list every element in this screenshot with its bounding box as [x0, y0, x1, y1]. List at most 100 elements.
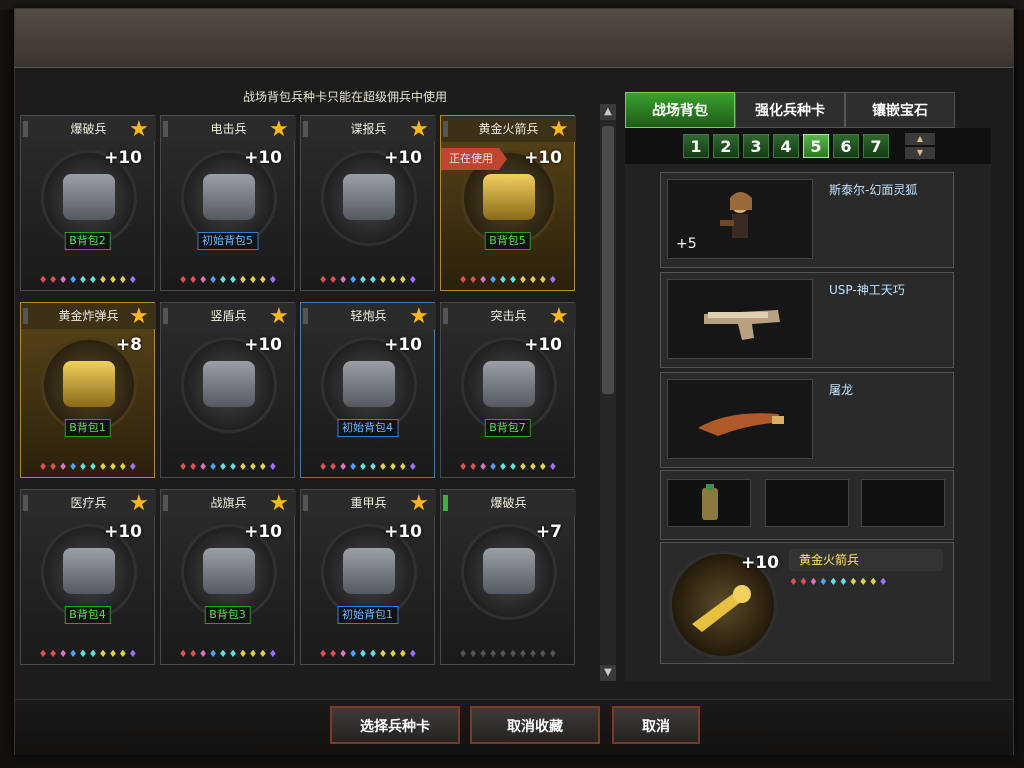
melee-slot[interactable]: 屠龙 — [660, 372, 954, 468]
card-grid: 爆破兵 ★ +10 B背包2 ♦♦♦♦♦♦♦♦♦♦ 电击兵 ★ +10 初始背包5 ♦♦♦♦♦♦♦… — [20, 115, 594, 681]
card-tab — [23, 495, 28, 511]
throwable-slots — [660, 470, 954, 540]
character-bonus: +5 — [676, 236, 697, 252]
star-icon: ★ — [409, 117, 429, 142]
backpack-badge: B背包4 — [64, 606, 111, 624]
card-level: +10 — [384, 148, 422, 168]
soldier-card[interactable]: 爆破兵 ★ +10 B背包2 ♦♦♦♦♦♦♦♦♦♦ — [20, 115, 156, 291]
backpack-badge: B背包2 — [64, 232, 111, 250]
card-gems: ♦♦♦♦♦♦♦♦♦♦ — [178, 649, 279, 660]
weapon-icon — [63, 174, 115, 220]
card-level: +10 — [104, 522, 142, 542]
scroll-up-button[interactable]: ▲ — [600, 104, 616, 120]
card-tab — [163, 121, 168, 137]
soldier-card[interactable]: 战旗兵 ★ +10 B背包3 ♦♦♦♦♦♦♦♦♦♦ — [160, 489, 296, 665]
soldier-card[interactable]: 医疗兵 ★ +10 B背包4 ♦♦♦♦♦♦♦♦♦♦ — [20, 489, 156, 665]
soldier-card[interactable]: 竖盾兵 ★ +10 ♦♦♦♦♦♦♦♦♦♦ — [160, 302, 296, 478]
page-button-active[interactable]: 5 — [803, 134, 829, 158]
card-gems: ♦♦♦♦♦♦♦♦♦♦ — [318, 462, 419, 473]
card-title: 爆破兵 — [441, 490, 576, 516]
card-tab — [303, 121, 308, 137]
weapon-icon — [203, 361, 255, 407]
card-level: +8 — [115, 335, 142, 355]
empty-slot[interactable] — [765, 479, 849, 527]
weapon-icon — [343, 548, 395, 594]
page-up-arrow-icon[interactable]: ▲ — [905, 133, 935, 145]
soldier-gems: ♦♦♦♦♦♦♦♦♦♦ — [789, 577, 889, 588]
star-icon: ★ — [269, 304, 289, 329]
star-icon: ★ — [549, 304, 569, 329]
cancel-button[interactable]: 取消 — [612, 706, 700, 744]
card-tab — [443, 495, 448, 511]
card-tab — [23, 308, 28, 324]
backpack-badge: B背包1 — [64, 419, 111, 437]
page-button[interactable]: 3 — [743, 134, 769, 158]
character-name: 斯泰尔-幻面灵狐 — [829, 183, 918, 197]
page-button[interactable]: 2 — [713, 134, 739, 158]
right-panel: 战场背包 强化兵种卡 镶嵌宝石 1 2 3 4 5 6 7 ▲ ▼ +5 斯泰尔… — [625, 92, 991, 682]
card-tab — [303, 495, 308, 511]
soldier-card[interactable]: 电击兵 ★ +10 初始背包5 ♦♦♦♦♦♦♦♦♦♦ — [160, 115, 296, 291]
empty-slot[interactable] — [861, 479, 945, 527]
card-gems: ♦♦♦♦♦♦♦♦♦♦ — [458, 462, 559, 473]
soldier-card-slot[interactable]: +10 黄金火箭兵 ♦♦♦♦♦♦♦♦♦♦ — [660, 542, 954, 664]
card-gems: ♦♦♦♦♦♦♦♦♦♦ — [458, 649, 559, 660]
star-icon: ★ — [549, 117, 569, 142]
scroll-thumb[interactable] — [602, 126, 614, 394]
weapon-icon — [63, 548, 115, 594]
card-level: +10 — [104, 148, 142, 168]
soldier-name: 黄金火箭兵 — [789, 549, 943, 571]
card-tab — [443, 121, 448, 137]
grenade-slot[interactable] — [667, 479, 751, 527]
card-level: +10 — [244, 522, 282, 542]
soldier-card[interactable]: 爆破兵 +7 ♦♦♦♦♦♦♦♦♦♦ — [440, 489, 576, 665]
character-portrait: +5 — [667, 179, 813, 259]
page-button[interactable]: 6 — [833, 134, 859, 158]
page-down-arrow-icon[interactable]: ▼ — [905, 147, 935, 159]
card-gems: ♦♦♦♦♦♦♦♦♦♦ — [178, 462, 279, 473]
tab-inlay-gem[interactable]: 镶嵌宝石 — [845, 92, 955, 128]
soldier-card[interactable]: 重甲兵 ★ +10 初始背包1 ♦♦♦♦♦♦♦♦♦♦ — [300, 489, 436, 665]
soldier-card[interactable]: 轻炮兵 ★ +10 初始背包4 ♦♦♦♦♦♦♦♦♦♦ — [300, 302, 436, 478]
page-bar: 1 2 3 4 5 6 7 ▲ ▼ — [625, 128, 991, 164]
card-tab — [163, 308, 168, 324]
weapon-icon — [343, 361, 395, 407]
card-gems: ♦♦♦♦♦♦♦♦♦♦ — [38, 649, 139, 660]
soldier-level: +10 — [741, 553, 779, 573]
backpack-badge: B背包3 — [204, 606, 251, 624]
star-icon: ★ — [409, 304, 429, 329]
card-level: +10 — [244, 148, 282, 168]
page-button[interactable]: 4 — [773, 134, 799, 158]
soldier-card[interactable]: 突击兵 ★ +10 B背包7 ♦♦♦♦♦♦♦♦♦♦ — [440, 302, 576, 478]
soldier-card[interactable]: 黄金炸弹兵 ★ +8 B背包1 ♦♦♦♦♦♦♦♦♦♦ — [20, 302, 156, 478]
card-level: +10 — [384, 335, 422, 355]
card-gems: ♦♦♦♦♦♦♦♦♦♦ — [458, 275, 559, 286]
weapon-icon — [203, 548, 255, 594]
cancel-favorite-button[interactable]: 取消收藏 — [470, 706, 600, 744]
notice-text: 战场背包兵种卡只能在超级佣兵中使用 — [242, 90, 447, 104]
card-tab — [23, 121, 28, 137]
page-button[interactable]: 1 — [683, 134, 709, 158]
pistol-slot[interactable]: USP-神工天巧 — [660, 272, 954, 368]
select-card-button[interactable]: 选择兵种卡 — [330, 706, 460, 744]
backpack-badge: B背包5 — [484, 232, 531, 250]
scroll-down-button[interactable]: ▼ — [600, 665, 616, 681]
card-tab — [163, 495, 168, 511]
tab-battle-backpack[interactable]: 战场背包 — [625, 92, 735, 128]
weapon-icon — [483, 174, 535, 220]
soldier-card[interactable]: 黄金火箭兵 ★ +10 B背包5 正在使用 ♦♦♦♦♦♦♦♦♦♦ — [440, 115, 576, 291]
star-icon: ★ — [129, 304, 149, 329]
tab-enhance-card[interactable]: 强化兵种卡 — [735, 92, 845, 128]
star-icon: ★ — [269, 117, 289, 142]
character-slot[interactable]: +5 斯泰尔-幻面灵狐 — [660, 172, 954, 268]
pistol-image — [667, 279, 813, 359]
card-scrollbar[interactable]: ▲ ▼ — [600, 104, 616, 681]
page-button[interactable]: 7 — [863, 134, 889, 158]
dialog-header — [15, 9, 1013, 68]
weapon-icon — [483, 548, 535, 594]
soldier-card[interactable]: 谍报兵 ★ +10 ♦♦♦♦♦♦♦♦♦♦ — [300, 115, 436, 291]
backpack-badge: 初始背包1 — [337, 606, 398, 624]
card-level: +10 — [384, 522, 422, 542]
game-screen: 战场背包兵种卡只能在超级佣兵中使用 爆破兵 ★ +10 B背包2 ♦♦♦♦♦♦♦♦♦♦ 电… — [0, 0, 1024, 768]
in-use-label: 正在使用 — [441, 148, 507, 170]
